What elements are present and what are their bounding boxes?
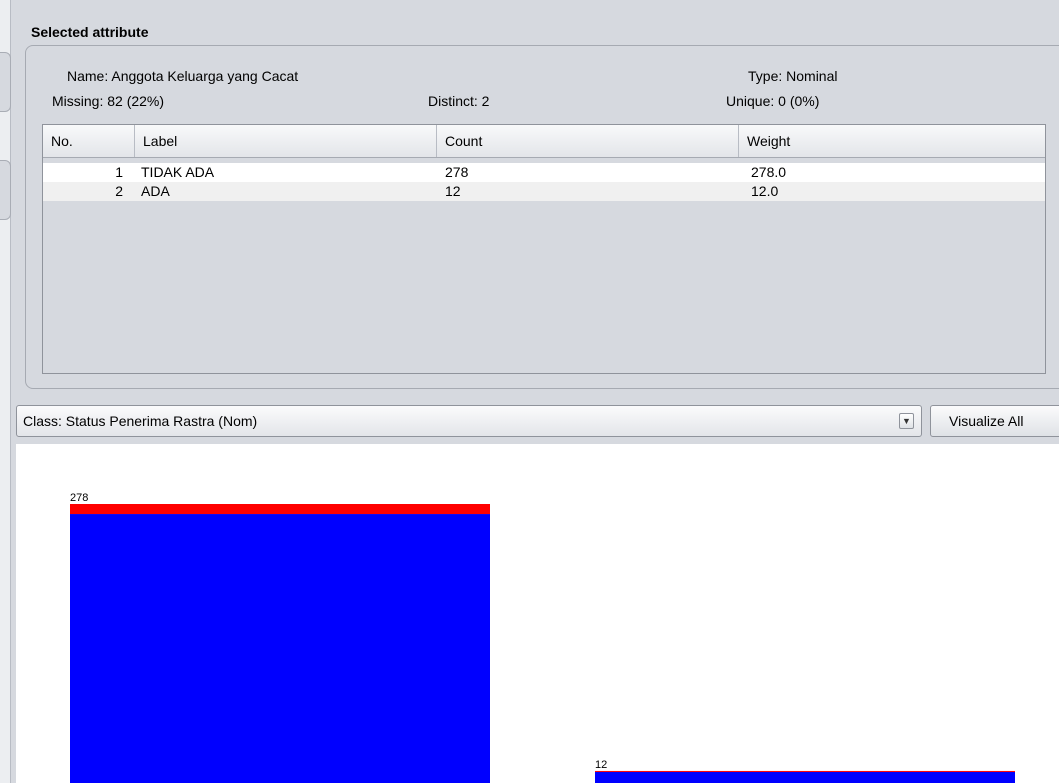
row-weight: 12.0 (751, 183, 779, 199)
bar-segment-tidak-ada-0 (70, 514, 490, 783)
attribute-distinct: Distinct: 2 (428, 93, 490, 109)
splitter-handle-top[interactable] (0, 52, 11, 112)
attribute-unique: Unique: 0 (0%) (726, 93, 820, 109)
attribute-name: Name: Anggota Keluarga yang Cacat (67, 68, 299, 84)
bar-segment-ada-0 (595, 771, 1015, 783)
row-label: ADA (141, 183, 170, 199)
bar-segment-tidak-ada-1 (70, 504, 490, 515)
chart-canvas: 278 12 (70, 492, 1015, 783)
row-count: 12 (445, 183, 461, 199)
splitter-handle-bottom[interactable] (0, 160, 11, 220)
column-header-no[interactable]: No. (43, 125, 135, 157)
bar-value-label: 12 (595, 759, 607, 771)
bar-segment-ada-1 (595, 770, 1015, 772)
table-header: No. Label Count Weight (43, 125, 1045, 158)
row-weight: 278.0 (751, 164, 787, 180)
table-row[interactable]: 2 ADA 12 12.0 (43, 182, 1045, 201)
column-header-weight[interactable]: Weight (739, 125, 1045, 157)
row-number: 2 (115, 183, 123, 199)
row-count: 278 (445, 164, 469, 180)
visualize-all-button[interactable]: Visualize All (930, 405, 1059, 437)
triangle-down-icon[interactable]: ▼ (899, 413, 914, 429)
class-distribution-chart: 278 12 (16, 444, 1059, 783)
row-number: 1 (115, 164, 123, 180)
table-row[interactable]: 1 TIDAK ADA 278 278.0 (43, 163, 1045, 182)
attribute-missing: Missing: 82 (22%) (52, 93, 165, 109)
left-panel-edge (0, 0, 11, 783)
class-attribute-select[interactable]: Class: Status Penerima Rastra (Nom) ▼ (16, 405, 922, 437)
selected-attribute-title: Selected attribute (31, 24, 149, 40)
column-header-label[interactable]: Label (135, 125, 437, 157)
bar-value-label: 278 (70, 492, 88, 504)
attribute-values-table[interactable]: No. Label Count Weight 1 TIDAK ADA 278 2… (42, 124, 1046, 374)
attribute-type: Type: Nominal (748, 68, 838, 84)
row-label: TIDAK ADA (141, 164, 215, 180)
column-header-count[interactable]: Count (437, 125, 739, 157)
class-attribute-value: Class: Status Penerima Rastra (Nom) (23, 413, 258, 429)
